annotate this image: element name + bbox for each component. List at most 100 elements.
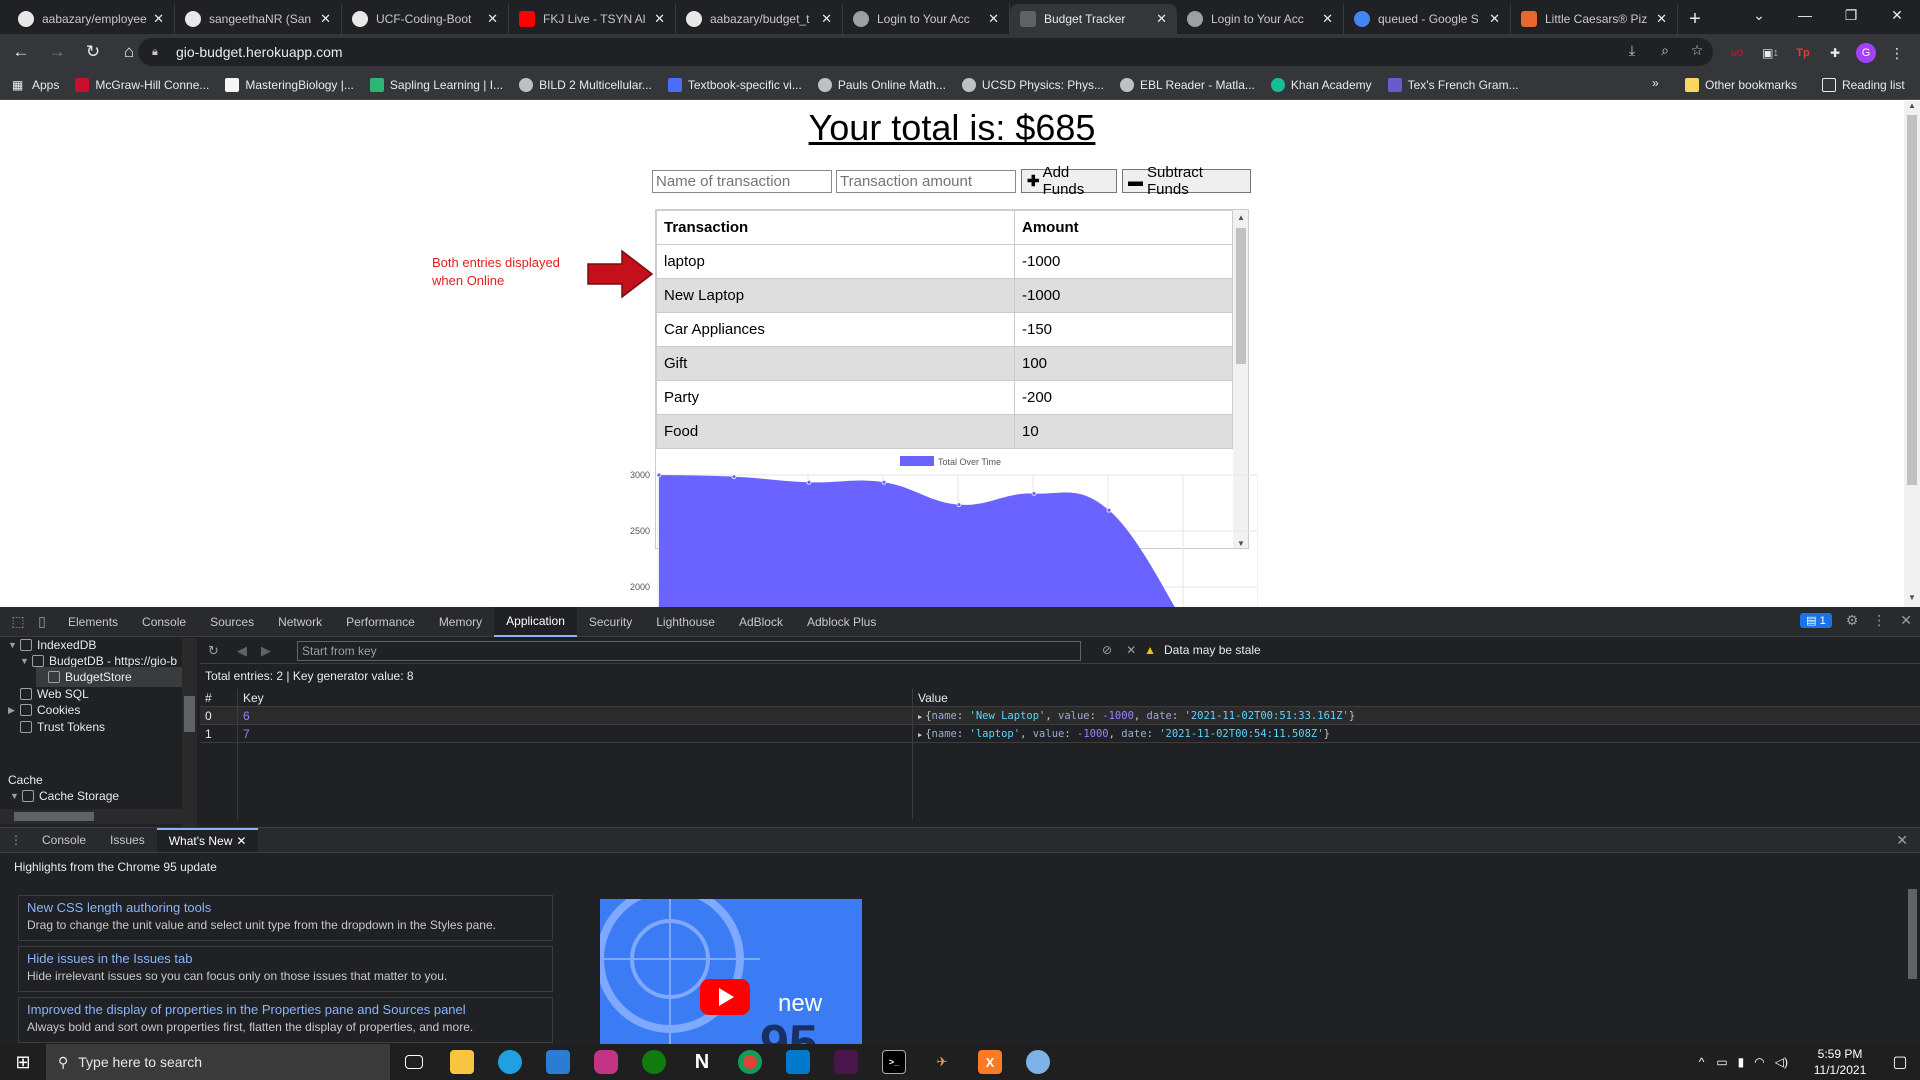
idb-row[interactable]: 1 7 ▶ {name: 'laptop', value: -1000, date: … [200,725,1920,743]
devtools-tab-memory[interactable]: Memory [427,607,494,637]
instagram-icon[interactable] [582,1044,630,1080]
tab-close-icon[interactable]: ✕ [821,11,832,27]
inspect-icon[interactable]: ⬚ [8,612,28,632]
task-view-icon[interactable] [390,1044,438,1080]
devtools-menu-icon[interactable]: ⋮ [1872,612,1886,629]
volume-icon[interactable]: ◁) [1775,1055,1788,1069]
transaction-name-input[interactable] [652,170,832,193]
tab-close-icon[interactable]: ✕ [487,11,498,27]
chart-point[interactable] [806,479,812,485]
tab-close-icon[interactable]: ✕ [1656,11,1667,27]
xampp-icon[interactable]: X [966,1044,1014,1080]
devtools-tab-performance[interactable]: Performance [334,607,427,637]
tab-close-icon[interactable]: ✕ [654,11,665,27]
windows-start-button[interactable]: ⊞ [0,1044,46,1080]
chart-point[interactable] [731,474,737,480]
drawer-menu-icon[interactable]: ⋮ [10,833,22,847]
browser-tab[interactable]: Login to Your Acc ✕ [1177,4,1344,34]
browser-tab[interactable]: aabazary/budget_t ✕ [676,4,843,34]
chart-point[interactable] [956,502,962,508]
idb-row[interactable]: 0 6 ▶ {name: 'New Laptop', value: -1000, da… [200,707,1920,725]
tree-item-cache-storage[interactable]: ▼ Cache Storage [10,788,119,804]
address-bar[interactable]: 🔒︎ gio-budget.herokuapp.com [138,38,1713,66]
expand-twisty-icon[interactable]: ▶ [8,705,20,716]
whats-new-card-title[interactable]: Hide issues in the Issues tab [27,951,544,966]
browser-tab[interactable]: UCF-Coding-Boot ✕ [342,4,509,34]
whats-new-card[interactable]: Hide issues in the Issues tab Hide irrele… [18,946,553,992]
sidebar-hscroll-thumb[interactable] [14,812,94,821]
tree-item[interactable]: Trust Tokens [8,717,182,737]
back-button[interactable]: ← [6,37,36,67]
browser-tab[interactable]: aabazary/employee ✕ [8,4,175,34]
devtools-tab-lighthouse[interactable]: Lighthouse [644,607,727,637]
reading-list[interactable]: Reading list [1822,78,1905,92]
bookmark-item[interactable]: UCSD Physics: Phys... [961,77,1104,92]
drawer-tab-close-icon[interactable]: ✕ [236,834,246,848]
install-icon[interactable]: ⤓ [1622,40,1642,60]
devtools-tab-console[interactable]: Console [130,607,198,637]
drawer-tab[interactable]: What's New ✕ [156,828,259,852]
page-scroll-down-icon[interactable]: ▼ [1904,593,1920,607]
bookmark-item[interactable]: BILD 2 Multicellular... [519,77,652,92]
chart-point[interactable] [881,479,887,485]
whats-new-scroll-thumb[interactable] [1908,889,1917,979]
taskbar-search-box[interactable]: ⚲ Type here to search [46,1044,390,1080]
tab-close-icon[interactable]: ✕ [153,11,164,27]
devtools-close-icon[interactable]: ✕ [1900,612,1912,629]
bookmarks-more[interactable]: » [1652,76,1659,90]
wifi-icon[interactable]: ◠ [1754,1055,1764,1069]
devtools-tab-elements[interactable]: Elements [56,607,130,637]
page-scrollbar[interactable]: ▲ ▼ [1904,101,1920,607]
whats-new-card[interactable]: Improved the display of properties in th… [18,997,553,1043]
puzzle-icon[interactable]: ✚ [1825,43,1845,63]
clock[interactable]: 5:59 PM 11/1/2021 [1800,1046,1880,1078]
chevron-down-icon[interactable]: ⌄ [1736,0,1782,30]
close-window-button[interactable]: ✕ [1874,0,1920,30]
vscode-icon[interactable] [774,1044,822,1080]
paint-icon[interactable] [1014,1044,1062,1080]
transaction-amount-input[interactable] [836,170,1016,193]
subtract-funds-button[interactable]: ▬ Subtract Funds [1122,164,1251,198]
file-explorer-icon[interactable] [438,1044,486,1080]
expand-triangle-icon[interactable]: ▶ [918,713,922,721]
next-page-icon[interactable]: ▶ [261,643,271,659]
bookmark-item[interactable]: Khan Academy [1270,77,1372,92]
drawer-tab[interactable]: Console [30,828,98,852]
bookmark-item[interactable]: McGraw-Hill Conne... [75,77,209,92]
browser-tab[interactable]: Login to Your Acc ✕ [843,4,1010,34]
table-scroll-thumb[interactable] [1236,228,1246,364]
extension-badge-icon[interactable]: ▣ 1 [1760,43,1780,63]
devtools-tab-sources[interactable]: Sources [198,607,266,637]
browser-tab[interactable]: Budget Tracker ✕ [1010,4,1177,34]
star-icon[interactable]: ☆ [1687,40,1707,60]
device-toolbar-icon[interactable]: ▯ [32,612,52,632]
bookmark-item[interactable]: MasteringBiology |... [225,77,354,92]
tab-close-icon[interactable]: ✕ [1322,11,1333,27]
whats-new-card-title[interactable]: Improved the display of properties in th… [27,1002,544,1017]
bookmark-item[interactable]: ▦ Apps [12,78,59,92]
ublock-icon[interactable]: uO [1727,43,1747,63]
drawer-close-icon[interactable]: ✕ [1896,832,1908,849]
other-bookmarks[interactable]: Other bookmarks [1685,78,1797,92]
refresh-icon[interactable]: ↻ [208,643,219,659]
tab-close-icon[interactable]: ✕ [320,11,331,27]
expand-twisty-icon[interactable]: ▼ [8,640,20,650]
new-tab-button[interactable]: + [1678,4,1712,34]
browser-tab[interactable]: FKJ Live - TSYN Al ✕ [509,4,676,34]
settings-gear-icon[interactable]: ⚙ [1846,612,1859,629]
bookmark-item[interactable]: Tex's French Gram... [1387,77,1519,92]
whats-new-scrollbar[interactable] [1905,879,1920,1044]
start-from-key-input[interactable]: Start from key [297,641,1081,661]
browser-tab[interactable]: queued - Google S ✕ [1344,4,1511,34]
scroll-up-arrow-icon[interactable]: ▲ [1233,210,1248,224]
forward-button[interactable]: → [42,37,72,67]
sidebar-hscrollbar[interactable] [0,809,182,824]
tray-chevron-icon[interactable]: ^ [1699,1055,1705,1069]
browser-tab[interactable]: sangeethaNR (San ✕ [175,4,342,34]
tab-close-icon[interactable]: ✕ [988,11,999,27]
whats-new-card[interactable]: New CSS length authoring tools Drag to ch… [18,895,553,941]
devtools-tab-adblock-plus[interactable]: Adblock Plus [795,607,888,637]
kite-icon[interactable]: ✈ [918,1044,966,1080]
delete-entry-icon[interactable]: ✕ [1126,643,1136,657]
devtools-tab-adblock[interactable]: AdBlock [727,607,795,637]
